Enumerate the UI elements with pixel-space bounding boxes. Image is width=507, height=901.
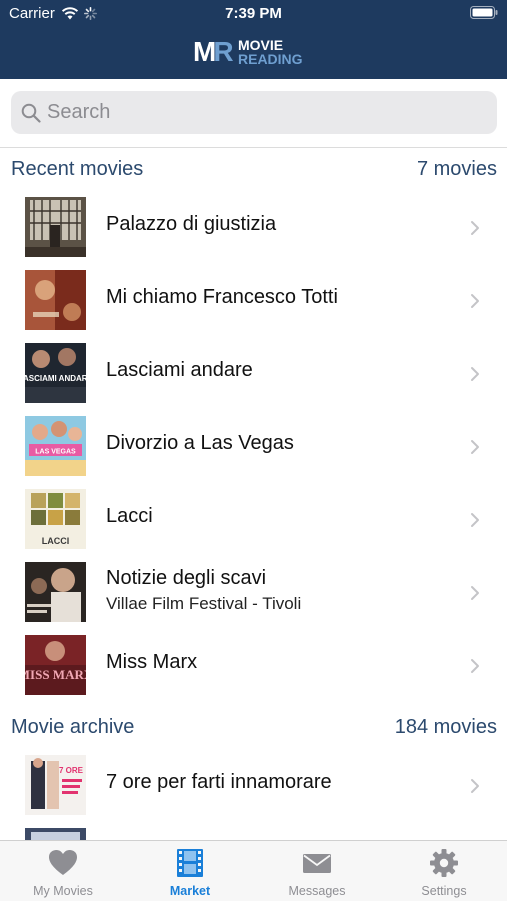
- chevron-right-icon: [471, 440, 479, 454]
- status-bar: Carrier 7:39 PM: [0, 0, 507, 28]
- section-title: Movie archive: [11, 716, 135, 738]
- film-icon: [177, 849, 203, 877]
- logo-word-movie: MOVIE: [238, 37, 284, 53]
- tab-label: Settings: [421, 884, 467, 898]
- chevron-right-icon: [471, 779, 479, 793]
- poster-text: LAS VEGAS: [35, 449, 76, 456]
- movie-poster: LAS VEGAS: [25, 416, 86, 476]
- tab-bar: My Movies Market Messages Settings: [0, 840, 507, 901]
- movie-title: Lacci: [106, 505, 153, 527]
- movie-row-miss-marx[interactable]: MISS MARX Miss Marx: [0, 631, 507, 704]
- movie-row-notizie-degli-scavi[interactable]: Notizie degli scavi Villae Film Festival…: [0, 558, 507, 631]
- chevron-right-icon: [471, 367, 479, 381]
- envelope-icon: [303, 854, 331, 873]
- movie-poster: [25, 197, 86, 257]
- chevron-right-icon: [471, 513, 479, 527]
- tab-messages[interactable]: Messages: [254, 841, 380, 901]
- poster-text: MISS MARX: [25, 667, 86, 682]
- search-icon: [21, 103, 41, 123]
- logo-word-reading: READING: [238, 51, 303, 67]
- movie-title: Palazzo di giustizia: [106, 213, 277, 235]
- search-input[interactable]: [47, 91, 487, 134]
- movie-subtitle: Villae Film Festival - Tivoli: [106, 594, 302, 613]
- movie-poster: LASCIAMI ANDARE: [25, 343, 86, 403]
- tab-label: Messages: [288, 884, 346, 898]
- movie-row-palazzo-di-giustizia[interactable]: Palazzo di giustizia: [0, 193, 507, 266]
- tab-label: Market: [169, 884, 211, 898]
- movie-poster: 7 ORE: [25, 755, 86, 815]
- movie-row-mi-chiamo-francesco-totti[interactable]: Mi chiamo Francesco Totti: [0, 266, 507, 339]
- heart-icon: [49, 850, 77, 875]
- tab-label: My Movies: [33, 884, 93, 898]
- chevron-right-icon: [471, 659, 479, 673]
- tab-market[interactable]: Market: [127, 841, 253, 901]
- movie-poster: [25, 562, 86, 622]
- section-count: 184 movies: [394, 716, 497, 738]
- movie-title: Notizie degli scavi: [106, 567, 267, 589]
- movie-title: Divorzio a Las Vegas: [106, 432, 294, 454]
- gear-icon: [430, 849, 458, 877]
- search-bar[interactable]: [11, 91, 497, 134]
- chevron-right-icon: [471, 294, 479, 308]
- movie-poster: LACCI: [25, 489, 86, 549]
- movie-title: Mi chiamo Francesco Totti: [106, 286, 338, 308]
- movie-poster: MISS MARX: [25, 635, 86, 695]
- battery-icon: [470, 6, 498, 19]
- search-bar-container: [0, 79, 507, 148]
- movie-row-divorzio-a-las-vegas[interactable]: LAS VEGAS Divorzio a Las Vegas: [0, 412, 507, 485]
- chevron-right-icon: [471, 221, 479, 235]
- movie-row-lasciami-andare[interactable]: LASCIAMI ANDARE Lasciami andare: [0, 339, 507, 412]
- section-count: 7 movies: [416, 158, 497, 180]
- status-time: 7:39 PM: [225, 5, 282, 22]
- tab-my-movies[interactable]: My Movies: [0, 841, 126, 901]
- logo-mark: MR: [193, 36, 234, 67]
- poster-text: LACCI: [42, 536, 70, 546]
- section-header-recent: Recent movies 7 movies: [0, 148, 507, 192]
- movie-title: Lasciami andare: [106, 359, 253, 381]
- tab-settings[interactable]: Settings: [381, 841, 507, 901]
- movie-row-7-ore-per-farti-innamorare[interactable]: 7 ORE 7 ore per farti innamorare: [0, 751, 507, 824]
- chevron-right-icon: [471, 586, 479, 600]
- section-header-archive: Movie archive 184 movies: [0, 706, 507, 750]
- movie-poster: [25, 270, 86, 330]
- movie-title: Miss Marx: [106, 651, 198, 673]
- section-title: Recent movies: [11, 158, 144, 180]
- movie-title: 7 ore per farti innamorare: [106, 771, 332, 793]
- movie-row-lacci[interactable]: LACCI Lacci: [0, 485, 507, 558]
- poster-text: 7 ORE: [59, 766, 84, 775]
- poster-text: LASCIAMI ANDARE: [25, 374, 86, 383]
- app-header: Carrier 7:39 PM MR MOVIE READING: [0, 0, 507, 79]
